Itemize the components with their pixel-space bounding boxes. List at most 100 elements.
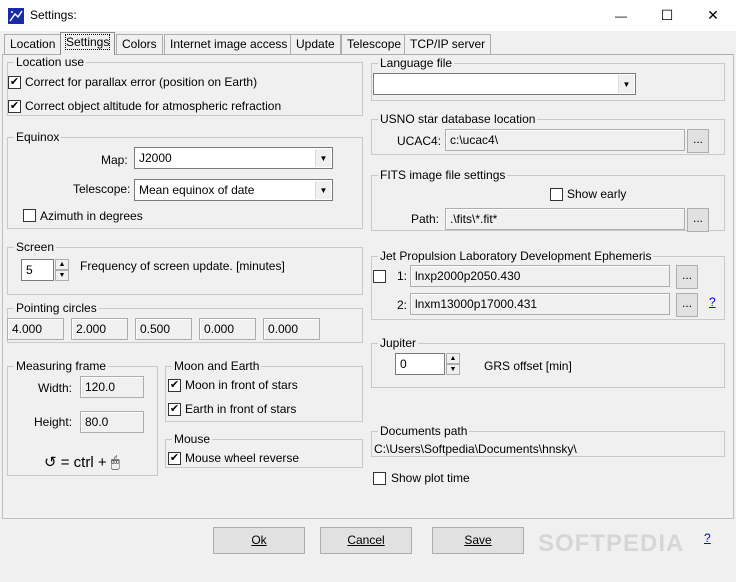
spin-up-icon[interactable]: ▲ xyxy=(446,353,460,364)
tab-telescope[interactable]: Telescope xyxy=(341,34,408,54)
tab-settings[interactable]: Settings xyxy=(60,32,116,55)
group-title: Jupiter xyxy=(378,336,419,350)
moon-label: Moon in front of stars xyxy=(185,378,298,392)
save-button-label: Save xyxy=(464,533,492,547)
refraction-checkbox[interactable]: ✔ xyxy=(8,100,21,113)
ucac4-label: UCAC4: xyxy=(397,134,442,148)
ok-button-label: Ok xyxy=(251,533,267,547)
spin-up-icon[interactable]: ▲ xyxy=(55,259,69,270)
tab-label: TCP/IP server xyxy=(410,37,486,51)
moon-checkbox[interactable]: ✔ xyxy=(168,379,181,392)
minimize-icon: — xyxy=(615,8,627,23)
jpl-enable-checkbox[interactable] xyxy=(373,270,386,283)
group-title: Jet Propulsion Laboratory Development Ep… xyxy=(378,249,654,263)
tab-label: Colors xyxy=(122,37,157,51)
spin-down-icon[interactable]: ▼ xyxy=(55,270,69,281)
group-title: Mouse xyxy=(172,432,213,446)
tab-tcpip-server[interactable]: TCP/IP server xyxy=(404,34,492,54)
group-title: USNO star database location xyxy=(378,112,538,126)
width-label: Width: xyxy=(38,381,73,395)
chevron-down-icon: ▼ xyxy=(315,181,331,199)
jpl-file1-input[interactable]: lnxp2000p2050.430 xyxy=(410,265,670,287)
earth-label: Earth in front of stars xyxy=(185,402,297,416)
screen-update-label: Frequency of screen update. [minutes] xyxy=(80,259,285,273)
tab-label: Internet image access xyxy=(170,37,288,51)
show-plot-time-label: Show plot time xyxy=(391,471,470,485)
group-title: Measuring frame xyxy=(14,359,109,373)
tab-internet-image-access[interactable]: Internet image access xyxy=(164,34,294,54)
show-early-label: Show early xyxy=(567,187,627,201)
map-select[interactable]: J2000 ▼ xyxy=(134,147,333,169)
telescope-select[interactable]: Mean equinox of date ▼ xyxy=(134,179,333,201)
height-input[interactable]: 80.0 xyxy=(80,411,144,433)
rotate-hint: ↺ = ctrl + 🖱 xyxy=(44,454,120,471)
chevron-down-icon: ▼ xyxy=(315,149,331,167)
azimuth-label: Azimuth in degrees xyxy=(40,209,143,223)
screen-update-input[interactable]: 5 xyxy=(21,259,54,281)
language-select[interactable]: ▼ xyxy=(373,73,636,95)
mouse-wheel-checkbox[interactable]: ✔ xyxy=(168,452,181,465)
group-title: Language file xyxy=(378,56,455,70)
earth-checkbox[interactable]: ✔ xyxy=(168,403,181,416)
grs-offset-label: GRS offset [min] xyxy=(484,359,572,373)
minimize-button[interactable]: — xyxy=(598,0,644,31)
group-title: FITS image file settings xyxy=(378,168,508,182)
app-icon xyxy=(8,8,24,24)
jpl-file2-input[interactable]: lnxm13000p17000.431 xyxy=(410,293,670,315)
ok-button[interactable]: Ok xyxy=(213,527,305,554)
tab-label: Telescope xyxy=(347,37,402,51)
fits-browse-button[interactable]: ... xyxy=(687,208,709,232)
close-button[interactable]: ✕ xyxy=(690,0,736,31)
group-title: Equinox xyxy=(14,130,62,144)
tab-colors[interactable]: Colors xyxy=(116,34,163,54)
ucac4-browse-button[interactable]: ... xyxy=(687,129,709,153)
map-label: Map: xyxy=(101,153,128,167)
pointing-circle-input[interactable]: 0.500 xyxy=(135,318,192,340)
maximize-button[interactable]: ☐ xyxy=(644,0,690,31)
grs-offset-spinner[interactable]: ▲ ▼ xyxy=(446,353,460,375)
grs-offset-input[interactable]: 0 xyxy=(395,353,445,375)
jpl-row2-label: 2: xyxy=(397,298,408,312)
jpl-row1-label: 1: xyxy=(397,269,408,283)
fits-path-input[interactable]: .\fits\*.fit* xyxy=(445,208,685,230)
telescope-select-value: Mean equinox of date xyxy=(139,183,255,197)
cancel-button[interactable]: Cancel xyxy=(320,527,412,554)
group-title: Location use xyxy=(14,55,87,69)
tab-update[interactable]: Update xyxy=(290,34,341,54)
jpl-file2-browse-button[interactable]: ... xyxy=(676,293,698,317)
close-icon: ✕ xyxy=(707,7,719,23)
fits-path-label: Path: xyxy=(411,212,440,226)
tab-label: Location xyxy=(10,37,56,51)
pointing-circle-input[interactable]: 4.000 xyxy=(7,318,64,340)
jpl-help-link[interactable]: ? xyxy=(709,295,716,309)
pointing-circle-input[interactable]: 0.000 xyxy=(263,318,320,340)
pointing-circle-input[interactable]: 0.000 xyxy=(199,318,256,340)
chevron-down-icon: ▼ xyxy=(618,75,634,93)
ucac4-path-input[interactable]: c:\ucac4\ xyxy=(445,129,685,151)
window-title: Settings: xyxy=(30,8,77,22)
spin-down-icon[interactable]: ▼ xyxy=(446,364,460,375)
tab-label: Settings xyxy=(64,34,111,50)
azimuth-checkbox[interactable] xyxy=(23,209,36,222)
group-title: Moon and Earth xyxy=(172,359,262,373)
watermark: SOFTPEDIA xyxy=(538,530,685,557)
pointing-circle-input[interactable]: 2.000 xyxy=(71,318,128,340)
show-plot-time-checkbox[interactable] xyxy=(373,472,386,485)
parallax-label: Correct for parallax error (position on … xyxy=(25,75,258,89)
width-input[interactable]: 120.0 xyxy=(80,376,144,398)
parallax-checkbox[interactable]: ✔ xyxy=(8,76,21,89)
jpl-file1-browse-button[interactable]: ... xyxy=(676,265,698,289)
group-title: Documents path xyxy=(378,424,470,438)
help-link[interactable]: ? xyxy=(704,531,711,545)
show-early-checkbox[interactable] xyxy=(550,188,563,201)
tab-location[interactable]: Location xyxy=(4,34,62,54)
mouse-wheel-label: Mouse wheel reverse xyxy=(185,451,300,465)
documents-path-value[interactable]: C:\Users\Softpedia\Documents\hnsky\ xyxy=(374,442,577,456)
refraction-label: Correct object altitude for atmospheric … xyxy=(25,99,282,113)
group-title: Pointing circles xyxy=(14,301,99,315)
tab-label: Update xyxy=(296,37,335,51)
screen-update-spinner[interactable]: ▲ ▼ xyxy=(55,259,69,281)
save-button[interactable]: Save xyxy=(432,527,524,554)
telescope-label: Telescope: xyxy=(73,182,131,196)
height-label: Height: xyxy=(34,415,73,429)
